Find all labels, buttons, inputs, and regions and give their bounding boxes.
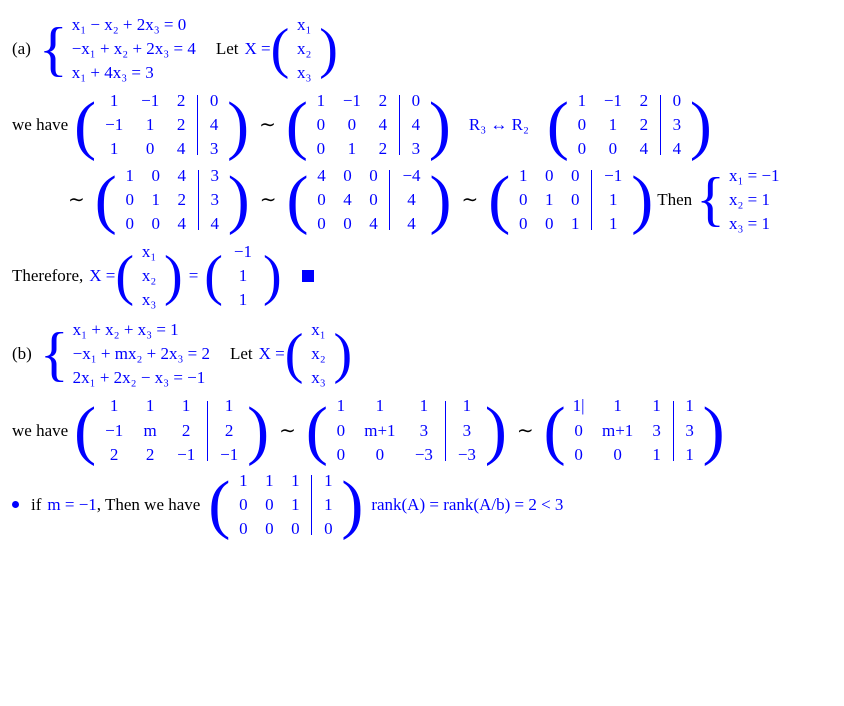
- x-eq-a2: X =: [89, 265, 115, 287]
- therefore-text: Therefore,: [12, 265, 83, 287]
- then-text-b: , Then we have: [97, 494, 201, 516]
- eq-b-2: −x₁ + mx₂ + 2x₃ = 2: [73, 343, 210, 365]
- matrix-a-m2: ( 1−12 004 012 0 4 3 ): [286, 90, 451, 160]
- sol-vector-a: ( −1 1 1 ): [204, 239, 281, 313]
- eq-a-3: x₁ + 4x₃ = 3: [72, 62, 196, 84]
- system-brace-a: { x₁ − x₂ + 2x₃ = 0 −x₁ + x₂ + 2x₃ = 4 x…: [39, 14, 196, 84]
- x-vector-a2: ( x₁ x₂ x₃ ): [115, 239, 182, 313]
- tilde-icon: ∼: [259, 112, 276, 138]
- let-text-b: Let: [230, 343, 253, 365]
- matrix-a-m1: ( 1−12 −112 104 0 4 3 ): [74, 90, 249, 160]
- eq-b-1: x₁ + x₂ + x₃ = 1: [73, 319, 210, 341]
- system-brace-b: { x₁ + x₂ + x₃ = 1 −x₁ + mx₂ + 2x₃ = 2 2…: [40, 319, 210, 389]
- a-row1: we have ( 1−12 −112 104 0 4 3 ) ∼ ( 1−12…: [12, 90, 832, 160]
- sol-a-2: x₂ = 1: [729, 189, 780, 211]
- tilde-icon: ∼: [279, 418, 296, 444]
- row-op-a: R₃ ↔ R₂: [469, 114, 529, 136]
- tilde-icon: ∼: [517, 418, 534, 444]
- tilde-icon: ∼: [68, 187, 85, 213]
- matrix-a-m4: ( 104 012 004 3 3 4 ): [95, 165, 250, 235]
- bullet-icon: [12, 501, 19, 508]
- b-bullet-line: if m = −1 , Then we have ( 111 001 000 1…: [12, 470, 832, 540]
- a-therefore-line: Therefore, X = ( x₁ x₂ x₃ ) = ( −1 1 1 ): [12, 239, 832, 313]
- x-eq-a: X =: [244, 38, 270, 60]
- x-eq-b: X =: [259, 343, 285, 365]
- part-a-system: (a) { x₁ − x₂ + 2x₃ = 0 −x₁ + x₂ + 2x₃ =…: [12, 12, 832, 86]
- matrix-b-m3: ( 1|11 0m+13 001 1 3 1 ): [544, 395, 725, 465]
- tilde-icon: ∼: [260, 187, 277, 213]
- matrix-b-m2: ( 111 0m+13 00−3 1 3 −3 ): [306, 395, 507, 465]
- matrix-a-m5: ( 400 040 004 −4 4 4 ): [287, 165, 452, 235]
- equals-sign: =: [189, 265, 199, 287]
- sol-a-3: x₃ = 1: [729, 213, 780, 235]
- x-vector-a: ( x₁ x₂ x₃ ): [271, 12, 338, 86]
- x-vector-b: ( x₁ x₂ x₃ ): [285, 317, 352, 391]
- m-condition: m = −1: [47, 494, 96, 516]
- eq-a-1: x₁ − x₂ + 2x₃ = 0: [72, 14, 196, 36]
- we-have-a: we have: [12, 114, 68, 136]
- b-row1: we have ( 111 −1m2 22−1 1 2 −1 ) ∼ ( 111…: [12, 395, 832, 465]
- matrix-b-m4: ( 111 001 000 1 1 0 ): [208, 470, 363, 540]
- qed-icon: [302, 270, 314, 282]
- we-have-b: we have: [12, 420, 68, 442]
- matrix-a-m6: ( 100 010 001 −1 1 1 ): [488, 165, 653, 235]
- part-b-system: (b) { x₁ + x₂ + x₃ = 1 −x₁ + mx₂ + 2x₃ =…: [12, 317, 832, 391]
- then-text: Then: [657, 189, 692, 211]
- matrix-b-m1: ( 111 −1m2 22−1 1 2 −1 ): [74, 395, 269, 465]
- rank-statement: rank(A) = rank(A/b) = 2 < 3: [371, 494, 563, 516]
- tilde-icon: ∼: [461, 187, 478, 213]
- sol-a-1: x₁ = −1: [729, 165, 780, 187]
- part-a-label: (a): [12, 38, 31, 60]
- matrix-a-m3: ( 1−12 012 004 0 3 4 ): [547, 90, 712, 160]
- let-text-a: Let: [216, 38, 239, 60]
- eq-b-3: 2x₁ + 2x₂ − x₃ = −1: [73, 367, 210, 389]
- if-text: if: [31, 494, 41, 516]
- solution-brace-a: { x₁ = −1 x₂ = 1 x₃ = 1: [696, 165, 779, 235]
- part-b-label: (b): [12, 343, 32, 365]
- a-row2: ∼ ( 104 012 004 3 3 4 ) ∼ ( 400 040 004: [68, 165, 832, 235]
- eq-a-2: −x₁ + x₂ + 2x₃ = 4: [72, 38, 196, 60]
